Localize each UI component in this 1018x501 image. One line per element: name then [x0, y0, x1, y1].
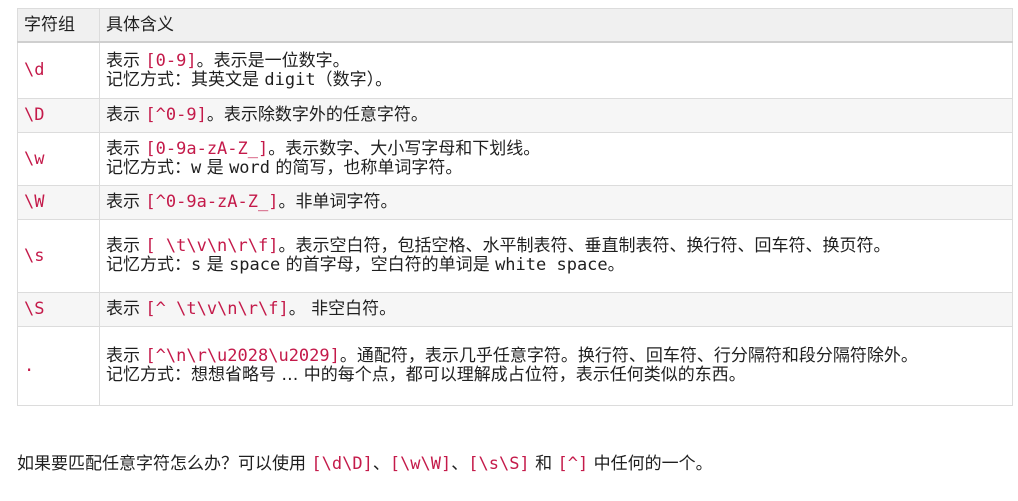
mnemonic-line: 记忆方式：其英文是 digit（数字）。 [106, 69, 1006, 90]
symbol-cell: \w [17, 132, 100, 186]
code-word: white space [495, 255, 608, 275]
code-word: w [191, 158, 202, 178]
text: 表示 [106, 299, 146, 319]
header-char-class: 字符组 [17, 8, 100, 43]
meaning-cell: 表示 [^0-9]。表示除数字外的任意字符。 [99, 98, 1013, 133]
code-word: space [229, 255, 281, 275]
text: 中任何的一个。 [588, 454, 713, 474]
text: 记忆方式： [106, 255, 191, 275]
table-row: . 表示 [^\n\r\u2028\u2029]。通配符，表示几乎任意字符。换行… [17, 326, 1013, 406]
symbol-cell: \s [17, 219, 100, 293]
text: 。 非空白符。 [288, 299, 397, 319]
table-row: \d 表示 [0-9]。表示是一位数字。 记忆方式：其英文是 digit（数字）… [17, 41, 1013, 99]
text: 的简写，也称单词字符。 [270, 158, 463, 178]
meaning-cell: 表示 [^ \t\v\n\r\f]。 非空白符。 [99, 292, 1013, 327]
code-snippet: [0-9a-zA-Z_] [145, 139, 269, 159]
meaning-line: 表示 [^\n\r\u2028\u2029]。通配符，表示几乎任意字符。换行符、… [106, 347, 1006, 366]
meaning-line: 表示 [0-9]。表示是一位数字。 [106, 50, 1006, 71]
meaning-line: 表示 [^0-9a-zA-Z_]。非单词字符。 [106, 193, 1006, 212]
symbol-cell: \S [17, 292, 100, 327]
text: 如果要匹配任意字符怎么办？可以使用 [17, 454, 312, 474]
mnemonic-line: 记忆方式：s 是 space 的首字母，空白符的单词是 white space。 [106, 256, 1006, 275]
table-header-row: 字符组 具体含义 [17, 8, 1013, 43]
table-row: \w 表示 [0-9a-zA-Z_]。表示数字、大小写字母和下划线。 记忆方式：… [17, 132, 1013, 186]
text: 。表示是一位数字。 [196, 50, 350, 71]
code-snippet: [^ \t\v\n\r\f] [145, 299, 289, 319]
code-snippet: [^] [557, 454, 589, 474]
regex-char-class-table: 字符组 具体含义 \d 表示 [0-9]。表示是一位数字。 记忆方式：其英文是 … [17, 8, 1013, 406]
code-snippet: [ \t\v\n\r\f] [145, 236, 279, 256]
symbol-cell: \W [17, 185, 100, 220]
text: 记忆方式：其英文是 [106, 69, 265, 90]
code-snippet: [\w\W] [389, 454, 452, 474]
text: 。非单词字符。 [278, 192, 398, 212]
text: 。表示除数字外的任意字符。 [206, 105, 428, 125]
table-row: \D 表示 [^0-9]。表示除数字外的任意字符。 [17, 98, 1013, 133]
footer-paragraph: 如果要匹配任意字符怎么办？可以使用 [\d\D]、[\w\W]、[\s\S] 和… [17, 452, 713, 476]
code-snippet: [^0-9] [145, 105, 207, 125]
text: 表示 [106, 236, 146, 256]
meaning-line: 表示 [ \t\v\n\r\f]。表示空白符，包括空格、水平制表符、垂直制表符、… [106, 237, 1006, 256]
meaning-cell: 表示 [ \t\v\n\r\f]。表示空白符，包括空格、水平制表符、垂直制表符、… [99, 219, 1013, 293]
header-meaning: 具体含义 [99, 8, 1013, 43]
symbol-cell: \D [17, 98, 100, 133]
text: 表示 [106, 105, 146, 125]
symbol-cell: . [17, 326, 100, 406]
text: 是 [201, 158, 230, 178]
text: 、 [451, 454, 469, 474]
code-snippet: [^\n\r\u2028\u2029] [145, 346, 340, 366]
meaning-line: 表示 [0-9a-zA-Z_]。表示数字、大小写字母和下划线。 [106, 140, 1006, 159]
table-row: \s 表示 [ \t\v\n\r\f]。表示空白符，包括空格、水平制表符、垂直制… [17, 219, 1013, 293]
meaning-cell: 表示 [0-9a-zA-Z_]。表示数字、大小写字母和下划线。 记忆方式：w 是… [99, 132, 1013, 186]
text: 表示 [106, 139, 146, 159]
text: 表示 [106, 346, 146, 366]
code-snippet: [\s\S] [468, 454, 530, 474]
meaning-cell: 表示 [^0-9a-zA-Z_]。非单词字符。 [99, 185, 1013, 220]
text: 表示 [106, 50, 146, 71]
text: 。 [607, 255, 625, 275]
code-snippet: [\d\D] [311, 454, 373, 474]
symbol-cell: \d [17, 41, 100, 99]
code-snippet: [^0-9a-zA-Z_] [145, 192, 279, 212]
code-word: digit [264, 69, 316, 90]
text: 、 [372, 454, 390, 474]
code-word: word [229, 158, 271, 178]
text: （数字）。 [315, 69, 393, 90]
document-page: 字符组 具体含义 \d 表示 [0-9]。表示是一位数字。 记忆方式：其英文是 … [0, 0, 1018, 501]
text: 记忆方式： [106, 158, 191, 178]
code-snippet: [0-9] [145, 50, 197, 71]
text: 的首字母，空白符的单词是 [280, 255, 496, 275]
text: 和 [529, 454, 558, 474]
meaning-cell: 表示 [^\n\r\u2028\u2029]。通配符，表示几乎任意字符。换行符、… [99, 326, 1013, 406]
mnemonic-line: 记忆方式：想想省略号 … 中的每个点，都可以理解成占位符，表示任何类似的东西。 [106, 365, 746, 385]
meaning-line: 表示 [^0-9]。表示除数字外的任意字符。 [106, 106, 1006, 125]
text: 。表示空白符，包括空格、水平制表符、垂直制表符、换行符、回车符、换页符。 [278, 236, 891, 256]
text: 。通配符，表示几乎任意字符。换行符、回车符、行分隔符和段分隔符除外。 [339, 346, 918, 366]
mnemonic-line: 记忆方式：w 是 word 的简写，也称单词字符。 [106, 159, 1006, 178]
table-row: \W 表示 [^0-9a-zA-Z_]。非单词字符。 [17, 185, 1013, 220]
code-word: s [191, 255, 202, 275]
text: 是 [201, 255, 230, 275]
meaning-line: 表示 [^ \t\v\n\r\f]。 非空白符。 [106, 300, 1006, 319]
table-row: \S 表示 [^ \t\v\n\r\f]。 非空白符。 [17, 292, 1013, 327]
text: 表示 [106, 192, 146, 212]
text: 。表示数字、大小写字母和下划线。 [268, 139, 541, 159]
meaning-cell: 表示 [0-9]。表示是一位数字。 记忆方式：其英文是 digit（数字）。 [99, 41, 1013, 99]
